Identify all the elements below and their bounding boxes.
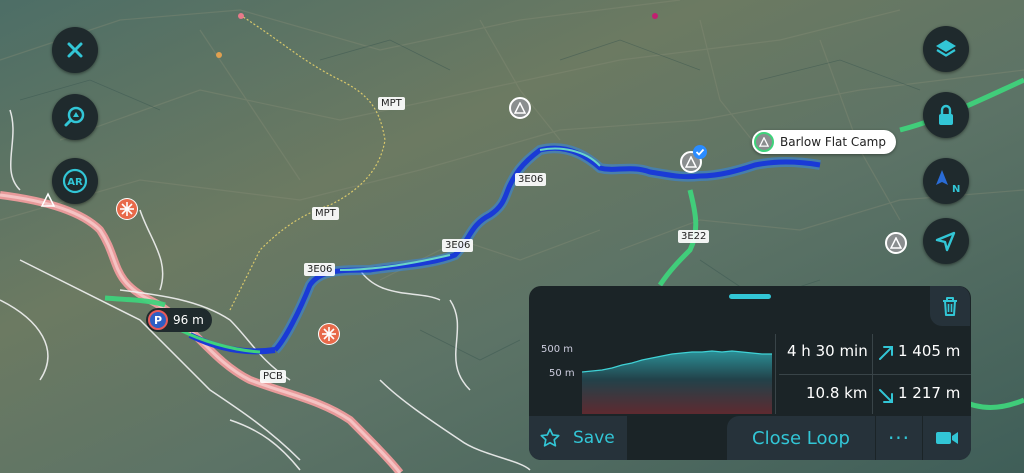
- lock-button[interactable]: [923, 92, 969, 138]
- descent-value: 1 217 m: [898, 384, 961, 402]
- panel-divider: [872, 334, 873, 414]
- campsite-pin[interactable]: [885, 232, 907, 254]
- ar-label: AR: [67, 177, 83, 188]
- search-map-icon: [64, 106, 85, 127]
- trail-label-3e06-3: 3E06: [304, 263, 336, 276]
- panel-divider: [775, 334, 776, 414]
- campsite-callout[interactable]: Barlow Flat Camp: [752, 130, 896, 154]
- compass-button[interactable]: N: [923, 158, 969, 204]
- panel-divider: [779, 374, 971, 375]
- trail-label-3e06-1: 3E06: [515, 173, 547, 186]
- parking-distance: 96 m: [173, 313, 204, 327]
- compass-north-icon: N: [936, 170, 960, 195]
- compass-letter: N: [952, 184, 960, 195]
- save-button[interactable]: Save: [529, 416, 627, 460]
- location-arrow-icon: [935, 231, 956, 252]
- duration-value: 4 h 30 min: [787, 342, 868, 360]
- parking-icon: P: [148, 310, 168, 330]
- trail-label-3e06-2: 3E06: [442, 239, 474, 252]
- campsite-pin[interactable]: [509, 97, 531, 119]
- trail-label-3e22: 3E22: [678, 230, 710, 243]
- elevation-low-label: 50 m: [549, 368, 575, 379]
- distance-value: 10.8 km: [806, 384, 868, 402]
- close-button[interactable]: [52, 27, 98, 73]
- delete-route-button[interactable]: [930, 286, 970, 326]
- checkmark-icon: [693, 145, 707, 159]
- trail-label-mpt-2: MPT: [312, 207, 339, 220]
- video-camera-icon: [936, 432, 958, 444]
- panel-grabber[interactable]: [729, 294, 771, 299]
- close-loop-button[interactable]: Close Loop: [727, 416, 875, 460]
- road-label-pcb: PCB: [260, 370, 286, 383]
- layers-icon: [936, 40, 956, 57]
- ascent-icon: [879, 346, 893, 360]
- more-button[interactable]: ···: [876, 416, 922, 460]
- descent-icon: [879, 389, 893, 403]
- campsite-name: Barlow Flat Camp: [780, 135, 886, 149]
- ar-button[interactable]: AR: [52, 158, 98, 204]
- tent-icon: [40, 192, 56, 207]
- elevation-profile[interactable]: [582, 344, 772, 414]
- poi-marker[interactable]: [116, 198, 138, 220]
- lock-icon: [939, 104, 953, 125]
- route-panel: 500 m 50 m 4 h 30 min 1 405 m 10.8 km 1 …: [529, 286, 971, 460]
- search-map-button[interactable]: [52, 94, 98, 140]
- location-button[interactable]: [923, 218, 969, 264]
- trash-icon: [943, 297, 957, 316]
- save-label: Save: [573, 428, 615, 448]
- parking-marker[interactable]: P 96 m: [146, 308, 212, 332]
- layers-button[interactable]: [923, 26, 969, 72]
- star-icon: [540, 428, 560, 447]
- more-icon: ···: [887, 426, 911, 450]
- elevation-high-label: 500 m: [541, 344, 574, 355]
- close-icon: [67, 42, 83, 58]
- ar-icon: AR: [62, 168, 88, 194]
- ascent-value: 1 405 m: [898, 342, 961, 360]
- campsite-icon: [754, 132, 774, 152]
- trail-label-mpt-1: MPT: [378, 97, 405, 110]
- close-loop-label: Close Loop: [752, 427, 850, 449]
- video-button[interactable]: [923, 416, 971, 460]
- poi-marker[interactable]: [318, 323, 340, 345]
